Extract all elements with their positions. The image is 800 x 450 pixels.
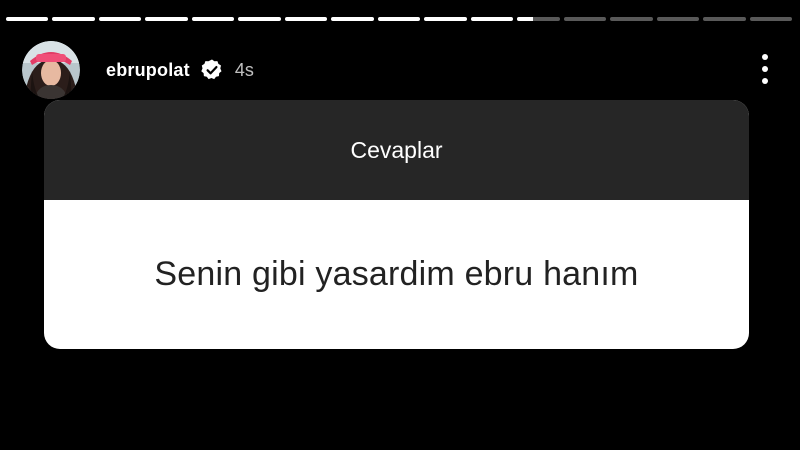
progress-segment bbox=[331, 17, 374, 21]
progress-segment-fill bbox=[470, 17, 514, 21]
progress-segment-fill bbox=[424, 17, 467, 21]
answer-text: Senin gibi yasardim ebru hanım bbox=[154, 255, 639, 293]
progress-segment bbox=[470, 17, 514, 21]
post-time: 4s bbox=[234, 59, 254, 80]
progress-segment bbox=[749, 17, 792, 21]
progress-segment bbox=[238, 17, 281, 21]
verified-badge-icon bbox=[201, 59, 222, 80]
progress-segment bbox=[517, 17, 560, 21]
progress-segment-fill bbox=[191, 17, 235, 21]
progress-segment bbox=[610, 17, 653, 21]
question-sticker[interactable]: Cevaplar Senin gibi yasardim ebru hanım bbox=[44, 100, 749, 349]
progress-segment bbox=[145, 17, 188, 21]
progress-segment bbox=[98, 17, 142, 21]
progress-segment-fill bbox=[98, 17, 142, 21]
more-vertical-icon[interactable] bbox=[760, 52, 770, 86]
avatar[interactable] bbox=[22, 41, 80, 99]
progress-segment-fill bbox=[52, 17, 95, 21]
progress-segment bbox=[284, 17, 328, 21]
progress-segment bbox=[424, 17, 467, 21]
profile-photo-icon bbox=[22, 41, 80, 99]
progress-segment-fill bbox=[331, 17, 374, 21]
progress-segment-fill bbox=[284, 17, 328, 21]
progress-segment-fill bbox=[238, 17, 281, 21]
progress-segment bbox=[6, 17, 49, 21]
question-title: Cevaplar bbox=[44, 100, 749, 200]
progress-segment-fill bbox=[145, 17, 188, 21]
username[interactable]: ebrupolat bbox=[106, 60, 190, 81]
progress-segment bbox=[191, 17, 235, 21]
progress-segment bbox=[52, 17, 95, 21]
progress-segment bbox=[656, 17, 700, 21]
progress-segment bbox=[703, 17, 746, 21]
progress-segment bbox=[563, 17, 607, 21]
story-header: ebrupolat 4s bbox=[22, 38, 770, 102]
progress-segment bbox=[377, 17, 421, 21]
story-progress-bar bbox=[6, 17, 792, 21]
progress-segment-fill bbox=[377, 17, 421, 21]
progress-segment-fill bbox=[6, 17, 49, 21]
progress-segment-fill bbox=[517, 17, 533, 21]
story-viewer: ebrupolat 4s Cevaplar Senin gibi yasardi… bbox=[0, 0, 800, 450]
